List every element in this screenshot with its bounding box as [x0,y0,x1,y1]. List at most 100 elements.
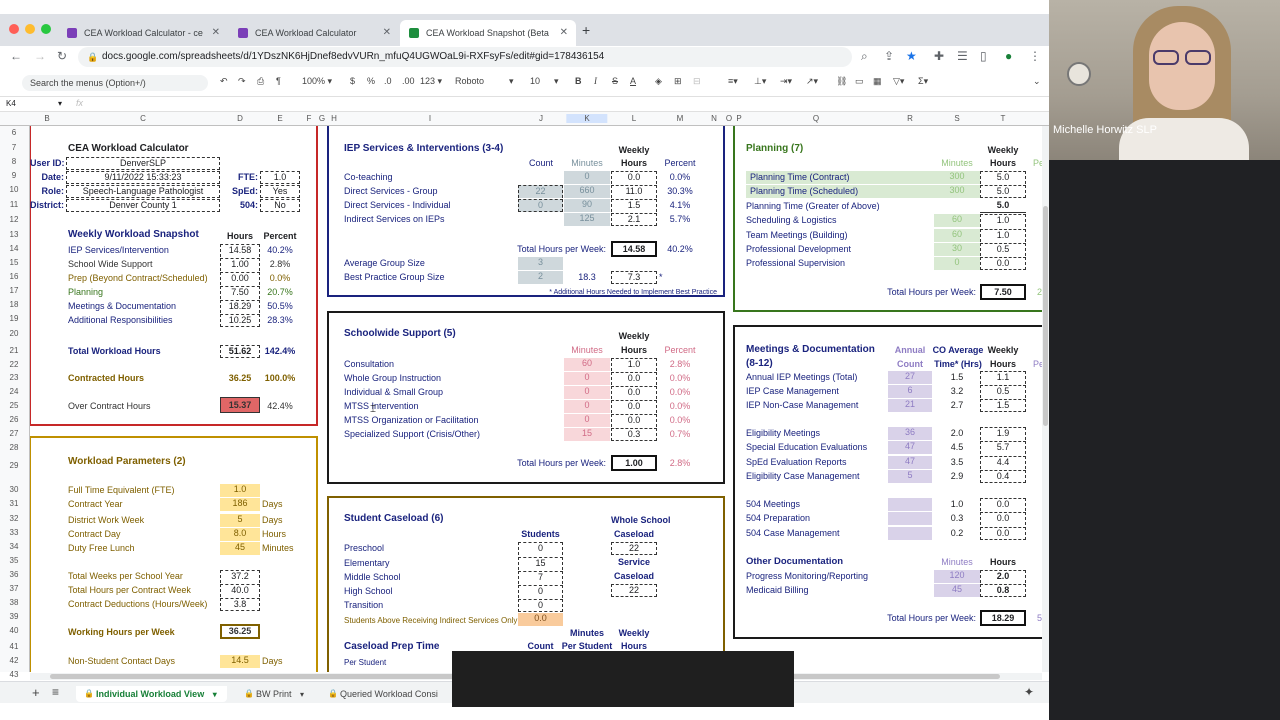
vertical-scrollbar[interactable] [1042,126,1049,672]
increase-decimal-button[interactable]: .00 [402,76,415,86]
vertical-scrollbar-thumb[interactable] [1043,206,1048,426]
row-header[interactable]: 42 [0,656,28,665]
text-color-button[interactable]: A [630,76,636,86]
planning-row-minutes[interactable]: 300 [934,171,980,184]
row-header[interactable]: 14 [0,244,28,253]
row-header[interactable]: 13 [0,230,28,239]
insert-chart-icon[interactable]: ▦ [873,76,882,87]
row-header[interactable]: 9 [0,171,28,180]
name-box[interactable]: K4 [6,99,16,108]
schoolwide-row-minutes[interactable]: 60 [564,358,610,371]
column-header[interactable]: J [539,114,543,123]
planning-row-minutes[interactable]: 60 [934,229,980,242]
collapse-toolbar-icon[interactable]: ⌄ [1033,76,1041,87]
param-value[interactable]: 1.0 [220,484,260,497]
iep-row-minutes[interactable]: 90 [564,199,610,212]
font-select[interactable]: Roboto ▾ [455,76,515,86]
back-icon[interactable]: ← [10,49,22,63]
browser-menu-icon[interactable]: ⋮ [1029,49,1041,63]
meetings-row-count[interactable]: 47 [888,441,932,454]
row-header[interactable]: 7 [0,143,28,152]
other-row-minutes[interactable]: 120 [934,570,980,583]
add-sheet-button[interactable]: + [32,685,40,700]
functions-icon[interactable]: Σ▾ [918,76,928,87]
horizontal-align-icon[interactable]: ≡▾ [728,76,738,87]
column-header[interactable]: T [1001,114,1006,123]
meetings-row-count[interactable]: 47 [888,456,932,469]
row-header[interactable]: 12 [0,215,28,224]
iep-row-count[interactable]: 0 [518,199,563,212]
column-header[interactable]: M [677,114,684,123]
row-header[interactable]: 35 [0,556,28,565]
forward-icon[interactable]: → [34,49,46,63]
row-header[interactable]: 25 [0,401,28,410]
param-value[interactable]: 45 [220,542,260,555]
undo-icon[interactable]: ↶ [220,76,228,87]
zoom-icon[interactable]: ⌕ [861,49,868,64]
browser-tab-active[interactable]: CEA Workload Snapshot (Beta ✕ [400,20,576,46]
column-header[interactable]: N [711,114,717,123]
row-header[interactable]: 20 [0,329,28,338]
redo-icon[interactable]: ↷ [238,76,246,87]
row-header[interactable]: 31 [0,499,28,508]
sidebar-icon[interactable]: ▯ [980,49,987,63]
iep-row-minutes[interactable]: 660 [564,185,610,198]
extensions-icon[interactable]: ✚ [934,49,944,63]
column-header[interactable]: B [44,114,49,123]
row-header[interactable]: 19 [0,314,28,323]
row-header[interactable]: 39 [0,612,28,621]
column-header[interactable]: H [331,114,337,123]
maximize-window-button[interactable] [41,24,51,34]
filter-icon[interactable]: ▽▾ [893,76,904,87]
iep-row-minutes[interactable]: 125 [564,213,610,226]
menu-search-input[interactable]: Search the menus (Option+/) [22,75,208,91]
sheet-tab-active[interactable]: 🔒 Individual Workload View ▾ [76,686,227,702]
insert-link-icon[interactable]: ⛓ [836,76,847,87]
reload-icon[interactable]: ↻ [57,49,67,63]
column-header[interactable]: S [954,114,959,123]
param-value[interactable]: 8.0 [220,528,260,541]
bold-button[interactable]: B [575,76,582,86]
row-header[interactable]: 16 [0,272,28,281]
nonstudent-days-value[interactable]: 14.5 [220,655,260,668]
new-tab-button[interactable]: + [582,22,590,38]
explore-icon[interactable]: ✦ [1024,685,1034,699]
meetings-row-count[interactable]: 36 [888,427,932,440]
strikethrough-button[interactable]: S [612,76,618,86]
row-header[interactable]: 21 [0,346,28,355]
planning-row-minutes[interactable]: 0 [934,257,980,270]
column-header[interactable]: P [736,114,741,123]
print-icon[interactable]: ⎙ [257,76,264,87]
sheet-tab[interactable]: 🔒 BW Print ▾ [236,686,314,702]
sheet-tab[interactable]: 🔒 Queried Workload Consi [320,686,448,702]
row-header[interactable]: 17 [0,286,28,295]
column-header[interactable]: I [429,114,431,123]
row-header[interactable]: 6 [0,128,28,137]
more-formats-select[interactable]: 123 ▾ [420,76,442,87]
close-tab-icon[interactable]: ✕ [383,20,391,46]
insert-comment-icon[interactable]: ▭ [855,76,864,87]
spreadsheet-grid[interactable]: CEA Workload Calculator User ID: DenverS… [30,126,1042,672]
italic-button[interactable]: I [594,76,597,86]
currency-format-button[interactable]: $ [350,76,355,86]
param-value[interactable]: 5 [220,514,260,527]
column-header[interactable]: G [319,114,325,123]
decrease-decimal-button[interactable]: .0 [384,76,392,86]
schoolwide-row-minutes[interactable]: 0 [564,414,610,427]
planning-row-minutes[interactable]: 60 [934,214,980,227]
browser-tab[interactable]: CEA Workload Calculator ✕ [229,20,399,46]
profile-icon[interactable]: ● [1005,49,1012,63]
text-wrap-icon[interactable]: ⇥▾ [780,76,792,87]
row-header[interactable]: 10 [0,185,28,194]
schoolwide-row-minutes[interactable]: 0 [564,400,610,413]
borders-icon[interactable]: ⊞ [674,76,682,87]
row-header[interactable]: 33 [0,528,28,537]
bookmark-star-icon[interactable]: ★ [906,49,917,63]
iep-row-minutes[interactable]: 0 [564,171,610,184]
close-window-button[interactable] [9,24,19,34]
schoolwide-row-minutes[interactable]: 0 [564,372,610,385]
schoolwide-row-minutes[interactable]: 0 [564,386,610,399]
row-header[interactable]: 18 [0,300,28,309]
row-header[interactable]: 41 [0,642,28,651]
reading-list-icon[interactable]: ☰ [957,49,968,63]
